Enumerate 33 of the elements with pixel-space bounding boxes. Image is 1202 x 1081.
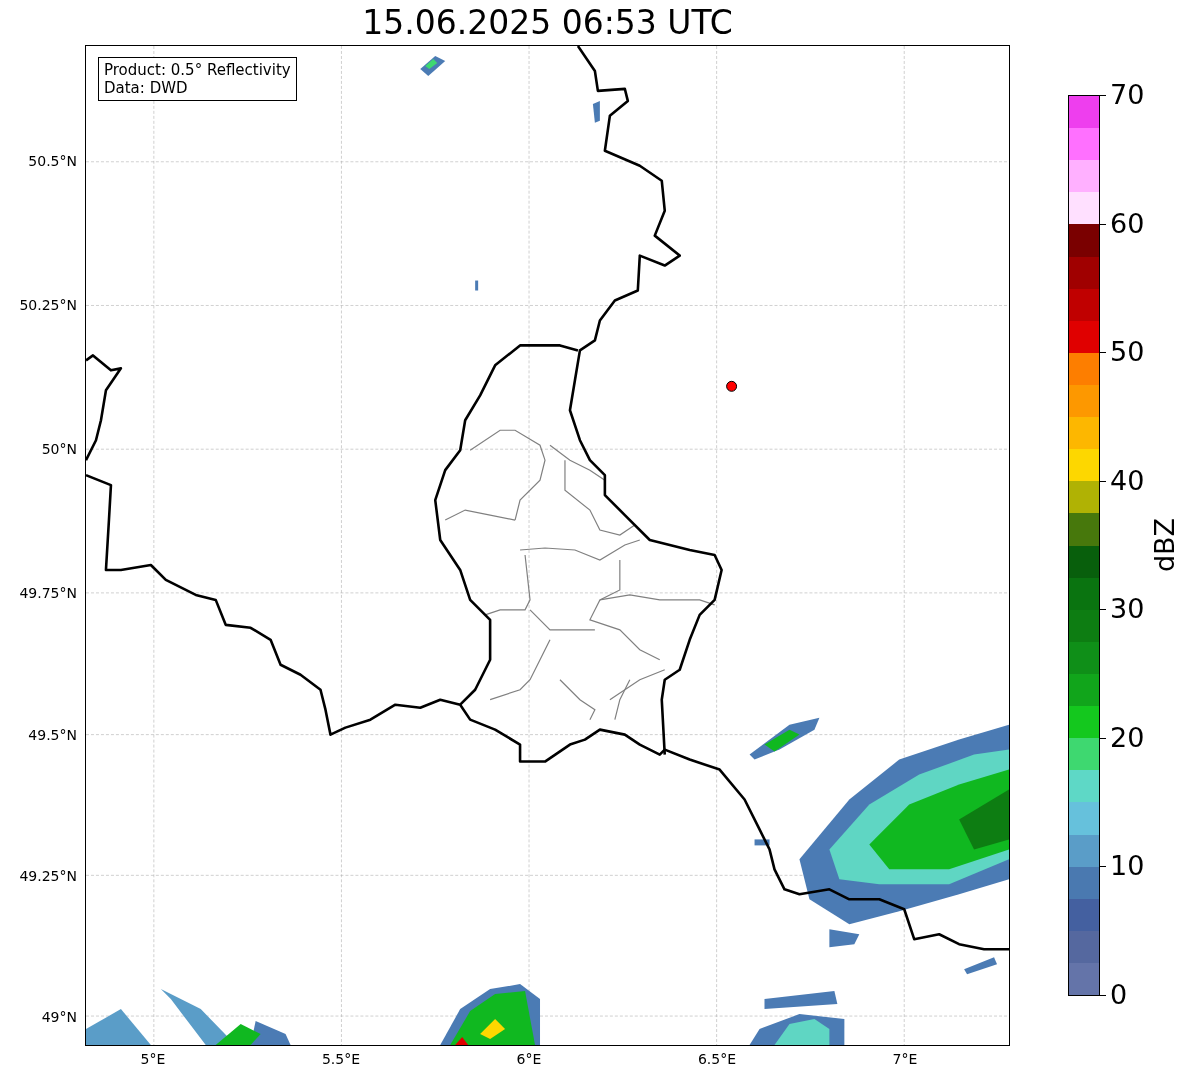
latitude-label: 50.25°N <box>19 297 77 313</box>
colorbar-tick-label: 20 <box>1110 722 1145 753</box>
colorbar-tick-label: 50 <box>1110 337 1145 368</box>
longitude-label: 7°E <box>892 1051 918 1067</box>
tick-mark <box>1100 866 1106 868</box>
tick-mark <box>1100 995 1106 996</box>
info-text: Product: 0.5° Reflectivity <box>104 61 291 79</box>
colorbar-tick-label: 70 <box>1110 80 1145 110</box>
info-text: Data: DWD <box>104 79 189 97</box>
tick-mark <box>1100 609 1106 611</box>
tick-mark <box>1100 737 1106 739</box>
tick-mark <box>1100 352 1106 354</box>
colorbar-tick-label: 10 <box>1110 851 1145 882</box>
chart-title: 15.06.2025 06:53 UTC <box>362 3 733 43</box>
colorbar-tick-label: 30 <box>1110 594 1145 625</box>
tick-mark <box>1100 223 1106 225</box>
latitude-label: 49.5°N <box>28 727 77 743</box>
longitude-label: 6°E <box>516 1051 542 1067</box>
longitude-label: 5.5°E <box>321 1051 361 1067</box>
latitude-label: 49.75°N <box>19 585 77 601</box>
colorbar-label: dBZ <box>1148 517 1180 573</box>
latitude-label: 49.25°N <box>19 868 77 884</box>
tick-mark <box>1100 480 1106 482</box>
latitude-label: 50°N <box>41 441 77 457</box>
tick-mark <box>1100 95 1106 96</box>
radar-site-marker <box>726 380 738 392</box>
longitude-label: 5°E <box>140 1051 166 1067</box>
longitude-label: 6.5°E <box>697 1051 737 1067</box>
latitude-label: 50.5°N <box>28 153 77 169</box>
colorbar-tick-label: 0 <box>1110 980 1128 1010</box>
colorbar-tick-label: 40 <box>1110 465 1145 496</box>
latitude-label: 49°N <box>41 1009 77 1025</box>
colorbar-tick-label: 60 <box>1110 208 1145 239</box>
